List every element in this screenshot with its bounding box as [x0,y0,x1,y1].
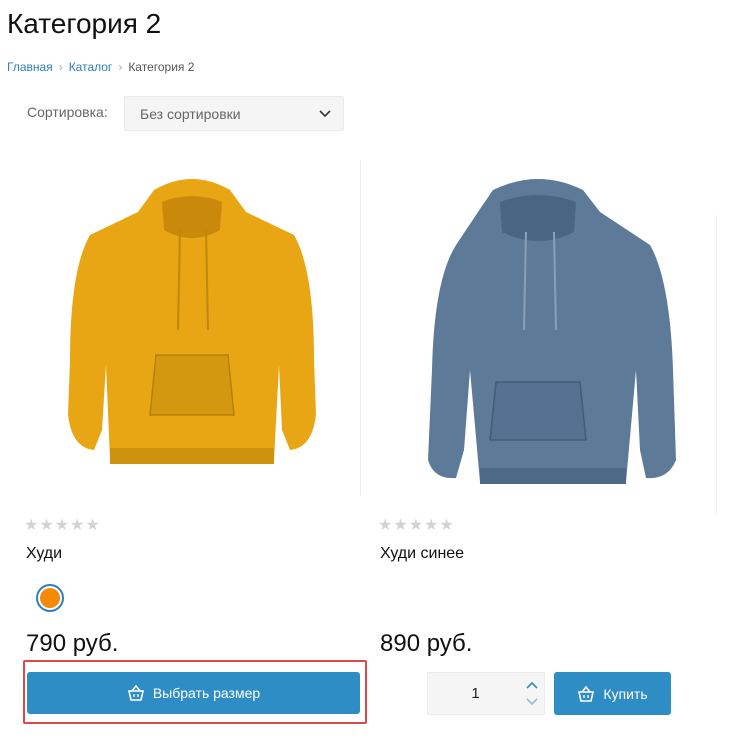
buy-button[interactable]: Купить [554,672,671,715]
hoodie-image [428,179,676,484]
hoodie-image [68,179,316,464]
star-icon: ★ [54,517,70,534]
product-image[interactable] [378,160,714,496]
star-icon: ★ [85,517,100,534]
rating-stars: ★ ★ ★ ★ ★ [24,518,100,534]
star-icon: ★ [393,517,408,534]
chevron-down-icon[interactable] [524,695,540,709]
sort-select[interactable]: Без сортировки [124,96,344,131]
color-swatch-orange[interactable] [36,584,64,612]
product-price: 890 руб. [380,630,473,657]
chevron-right-icon: › [58,60,63,74]
sort-selected-value: Без сортировки [140,105,241,122]
breadcrumb-catalog-link[interactable]: Каталог [69,60,113,74]
star-icon: ★ [378,517,393,534]
breadcrumb-home-link[interactable]: Главная [7,60,53,74]
chevron-up-icon[interactable] [524,678,540,692]
star-icon: ★ [70,517,85,534]
card-divider [360,160,361,496]
basket-icon [127,685,144,701]
star-icon: ★ [424,517,439,534]
rating-stars: ★ ★ ★ ★ ★ [378,518,454,534]
choose-size-button[interactable]: Выбрать размер [27,672,360,714]
star-icon: ★ [39,517,54,534]
star-icon: ★ [439,517,454,534]
star-icon: ★ [408,517,424,534]
product-name[interactable]: Худи синее [380,545,464,563]
quantity-stepper [427,672,545,715]
card-divider [716,215,717,515]
buy-label: Купить [603,685,648,702]
breadcrumb: Главная › Каталог › Категория 2 [7,60,194,74]
quantity-input[interactable] [428,673,523,714]
breadcrumb-current: Категория 2 [128,60,195,74]
chevron-right-icon: › [118,60,123,74]
product-image[interactable] [24,160,360,496]
choose-size-label: Выбрать размер [152,685,261,701]
sort-label: Сортировка: [27,104,108,120]
product-card: ★ ★ ★ ★ ★ Худи синее 890 руб. Купить [378,160,714,730]
page-title: Категория 2 [7,8,162,39]
product-card: ★ ★ ★ ★ ★ Худи 790 руб. Выбрать размер [24,160,360,730]
star-icon: ★ [24,517,39,534]
product-price: 790 руб. [26,630,119,657]
product-name[interactable]: Худи [26,545,62,563]
basket-icon [578,685,595,702]
chevron-down-icon [319,110,331,118]
